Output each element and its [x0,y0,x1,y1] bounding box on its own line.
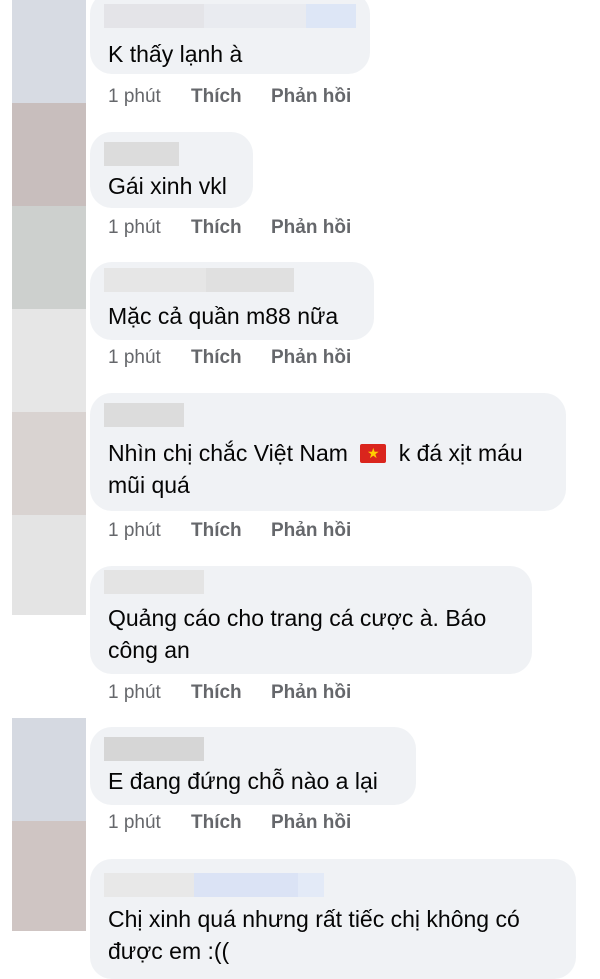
comment-time: 1 phút [108,812,161,833]
comment-actions: 1 phút Thích Phản hồi [108,520,351,542]
comment-text: E đang đứng chỗ nào a lại [108,768,378,794]
comment-bubble: Nhìn chị chắc Việt Nam k đá xịt máu mũi … [90,393,566,511]
avatar[interactable] [12,718,86,821]
comment-text: K thấy lạnh à [108,41,243,67]
avatar[interactable] [12,0,86,103]
like-button[interactable]: Thích [191,520,271,542]
author-name-blurred[interactable] [104,570,204,594]
comment-actions: 1 phút Thích Phản hồi [108,682,351,704]
comment-bubble: E đang đứng chỗ nào a lại [90,727,416,805]
avatar-column [12,0,86,946]
like-button[interactable]: Thích [191,347,271,369]
reply-button[interactable]: Phản hồi [271,217,351,239]
like-button[interactable]: Thích [191,682,271,704]
comment-bubble: Mặc cả quần m88 nữa [90,262,374,340]
comment-actions: 1 phút Thích Phản hồi [108,347,351,369]
author-name-blurred[interactable] [104,737,204,761]
comment-text: Mặc cả quần m88 nữa [108,303,339,329]
comment-text: Gái xinh vkl [108,173,227,199]
avatar[interactable] [12,821,86,931]
author-name-blurred[interactable] [104,4,356,28]
avatar[interactable] [12,309,86,412]
author-name-blurred[interactable] [104,873,324,897]
comment-time: 1 phút [108,86,161,107]
comment-time: 1 phút [108,520,161,541]
avatar[interactable] [12,615,86,718]
avatar[interactable] [12,515,86,615]
comment-text: Nhìn chị chắc Việt Nam k đá xịt máu mũi … [108,437,550,501]
comment-time: 1 phút [108,682,161,703]
avatar[interactable] [12,103,86,206]
comment-actions: 1 phút Thích Phản hồi [108,86,351,108]
comment-text: Quảng cáo cho trang cá cược à. Báo công … [108,605,487,663]
reply-button[interactable]: Phản hồi [271,86,351,108]
author-name-blurred[interactable] [104,403,184,427]
comment-actions: 1 phút Thích Phản hồi [108,812,351,834]
comment-time: 1 phút [108,217,161,238]
comment-bubble: Gái xinh vkl [90,132,253,208]
comment-text-part: Nhìn chị chắc Việt Nam [108,440,348,466]
comment-bubble: Quảng cáo cho trang cá cược à. Báo công … [90,566,532,674]
reply-button[interactable]: Phản hồi [271,347,351,369]
avatar[interactable] [12,206,86,309]
comment-actions: 1 phút Thích Phản hồi [108,217,351,239]
comment-bubble: K thấy lạnh à [90,0,370,74]
like-button[interactable]: Thích [191,86,271,108]
author-name-blurred[interactable] [104,268,294,292]
vietnam-flag-icon [360,444,387,463]
reply-button[interactable]: Phản hồi [271,520,351,542]
reply-button[interactable]: Phản hồi [271,682,351,704]
author-name-blurred[interactable] [104,142,179,166]
comment-time: 1 phút [108,347,161,368]
comment-text: Chị xinh quá nhưng rất tiếc chị không có… [108,906,520,964]
like-button[interactable]: Thích [191,812,271,834]
reply-button[interactable]: Phản hồi [271,812,351,834]
comment-bubble: Chị xinh quá nhưng rất tiếc chị không có… [90,859,576,979]
avatar[interactable] [12,412,86,515]
like-button[interactable]: Thích [191,217,271,239]
